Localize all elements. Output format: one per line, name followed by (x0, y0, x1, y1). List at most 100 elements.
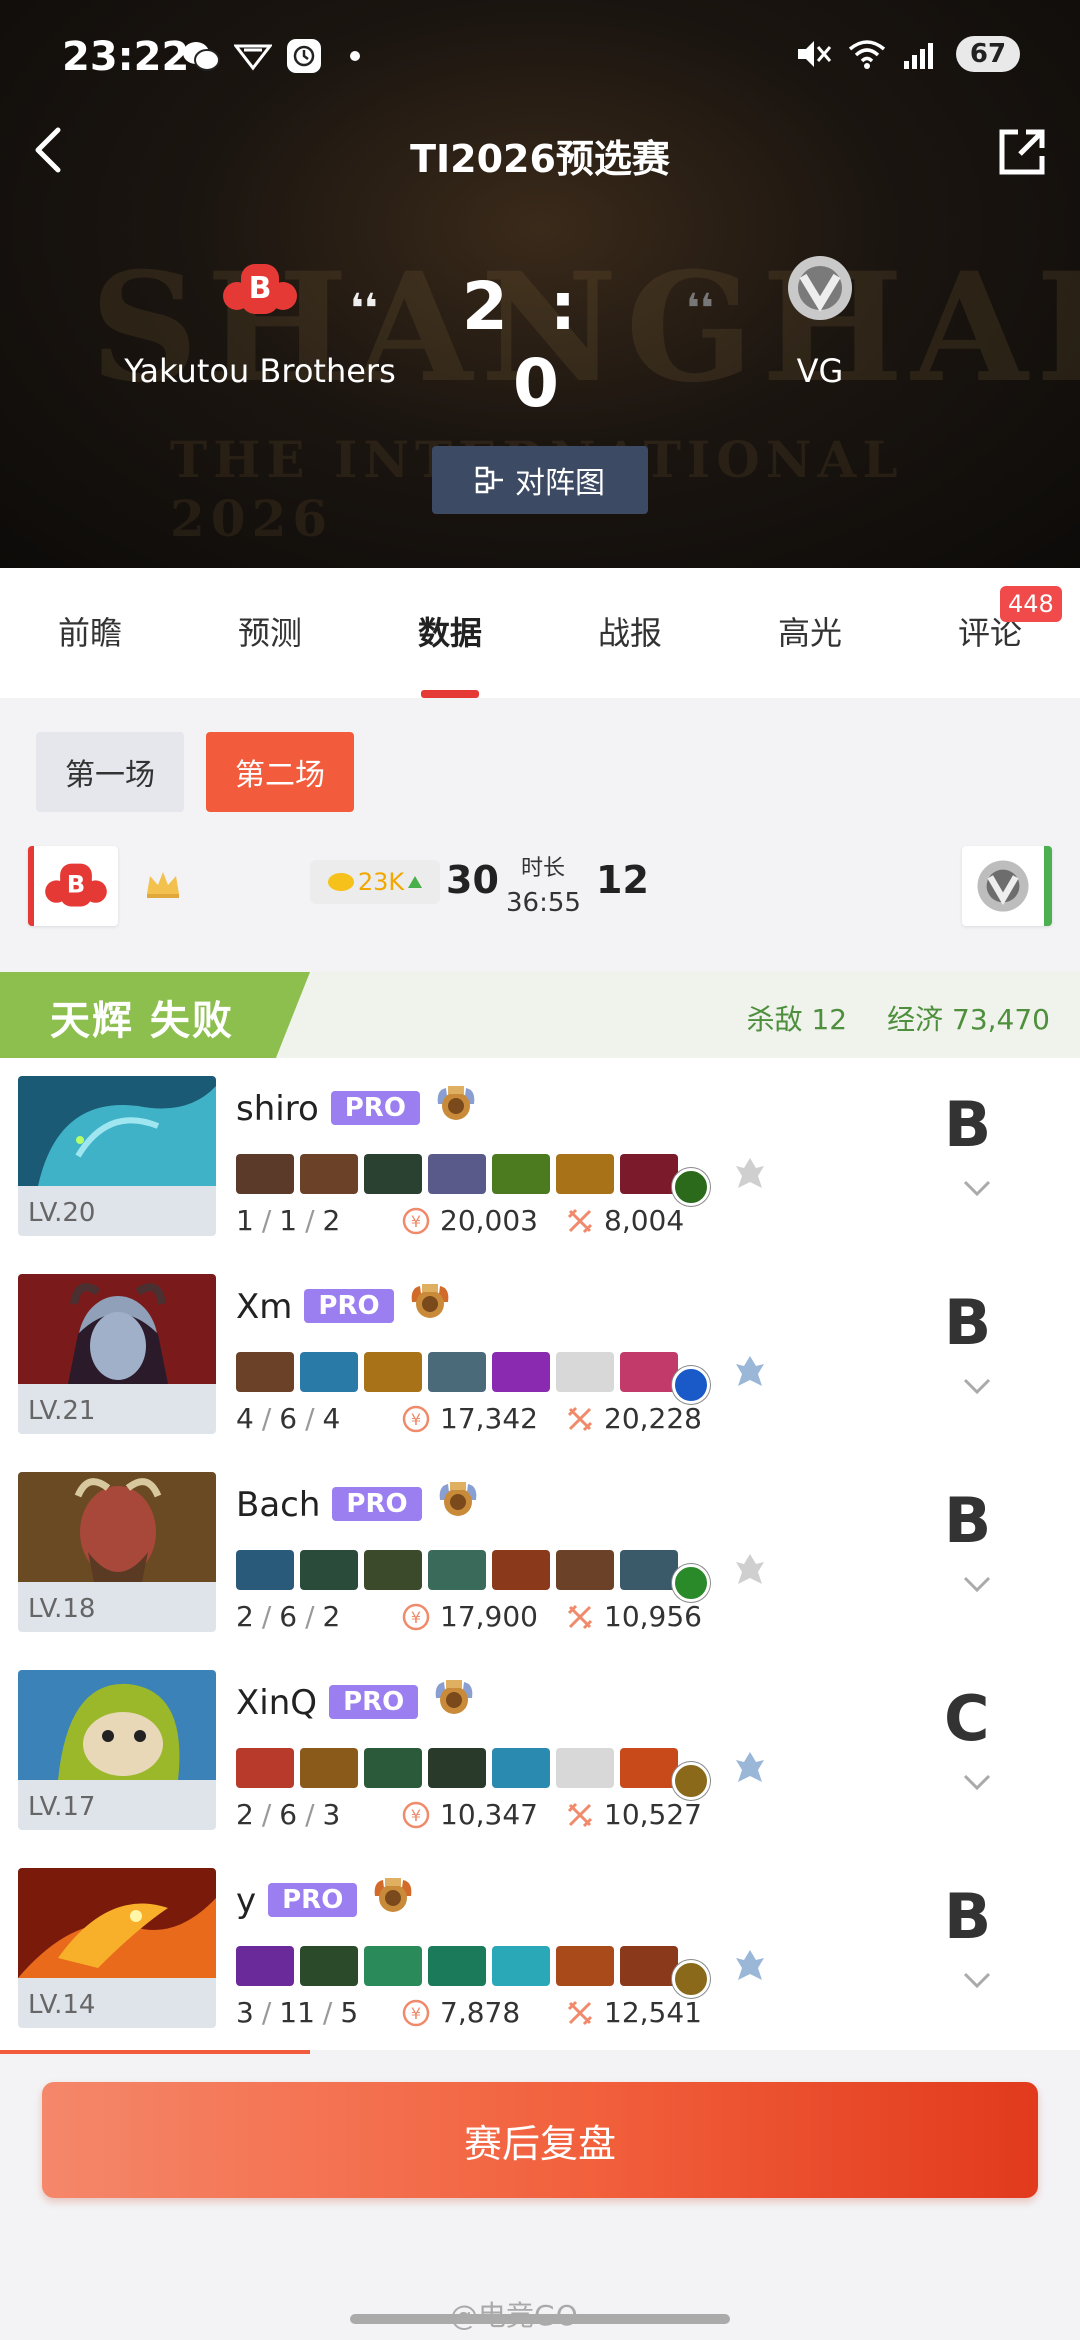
player-row[interactable]: LV.20 shiro PRO 1/1/2 ¥20,003 8,004 B (0, 1058, 1080, 1256)
app-notification-icon (234, 44, 272, 71)
item-slot[interactable] (556, 1154, 614, 1194)
item-slot[interactable] (364, 1748, 422, 1788)
item-slot[interactable] (428, 1946, 486, 1986)
item-slot[interactable] (556, 1946, 614, 1986)
neutral-item[interactable] (672, 1366, 710, 1404)
item-slot[interactable] (236, 1352, 294, 1392)
item-slot[interactable] (236, 1748, 294, 1788)
tab-report[interactable]: 战报 (540, 568, 720, 698)
item-slot[interactable] (300, 1550, 358, 1590)
assists: 4 (322, 1402, 341, 1435)
bracket-button-label: 对阵图 (515, 466, 605, 501)
player-row[interactable]: LV.18 Bach PRO 2/6/2 ¥17,900 10,956 B (0, 1454, 1080, 1652)
chevron-down-icon[interactable] (962, 1574, 992, 1594)
item-slot[interactable] (364, 1946, 422, 1986)
match-header: SHANGHAI THE INTERNATIONAL 2026 23:22 67… (0, 0, 1080, 568)
performance-grade: C (944, 1682, 990, 1755)
item-slot[interactable] (300, 1946, 358, 1986)
share-icon[interactable] (996, 126, 1048, 178)
item-slot[interactable] (556, 1550, 614, 1590)
item-slot[interactable] (620, 1550, 678, 1590)
item-slot[interactable] (492, 1748, 550, 1788)
chevron-down-icon[interactable] (962, 1772, 992, 1792)
player-row[interactable]: LV.14 y PRO 3/11/5 ¥7,878 12,541 B (0, 1850, 1080, 2048)
item-slot[interactable] (300, 1352, 358, 1392)
kills: 1 (236, 1204, 254, 1237)
item-slot[interactable] (364, 1550, 422, 1590)
gold-value: 17,342 (440, 1402, 538, 1435)
game-1-button[interactable]: 第一场 (36, 732, 184, 812)
tab-comments[interactable]: 评论 448 (900, 568, 1080, 698)
item-slot[interactable] (236, 1946, 294, 1986)
hero-damage: 10,956 (566, 1600, 702, 1633)
neutral-item[interactable] (672, 1168, 710, 1206)
player-row[interactable]: LV.21 Xm PRO 4/6/4 ¥17,342 20,228 B (0, 1256, 1080, 1454)
vg-logo (788, 256, 852, 320)
item-slot[interactable] (300, 1748, 358, 1788)
gold-icon: ¥ (402, 1603, 430, 1630)
item-slot[interactable] (428, 1550, 486, 1590)
item-slot[interactable] (492, 1946, 550, 1986)
item-slot[interactable] (236, 1154, 294, 1194)
bracket-button[interactable]: 对阵图 (432, 446, 648, 514)
chevron-down-icon[interactable] (962, 1970, 992, 1990)
game-2-button[interactable]: 第二场 (206, 732, 354, 812)
team-right-name: VG (796, 352, 844, 390)
item-slots (236, 1142, 768, 1206)
rank-medal-icon (435, 1680, 473, 1714)
deaths: 6 (279, 1798, 298, 1831)
item-slot[interactable] (428, 1748, 486, 1788)
item-slot[interactable] (620, 1946, 678, 1986)
item-slot[interactable] (492, 1352, 550, 1392)
player-name-line: Xm PRO (236, 1282, 452, 1327)
aghanims-icon[interactable] (732, 1748, 768, 1788)
neutral-item[interactable] (672, 1960, 710, 1998)
tab-data[interactable]: 数据 (360, 568, 540, 698)
player-name: XinQ (236, 1683, 318, 1723)
hero-level: LV.17 (28, 1792, 96, 1822)
aghanims-icon[interactable] (732, 1946, 768, 1986)
kda: 1/1/2 (236, 1204, 340, 1237)
tab-highlights[interactable]: 高光 (720, 568, 900, 698)
gold-value: 7,878 (440, 1996, 521, 2029)
item-slot[interactable] (620, 1748, 678, 1788)
item-slot[interactable] (492, 1550, 550, 1590)
item-slot[interactable] (428, 1154, 486, 1194)
pro-badge: PRO (330, 1091, 420, 1125)
score-decoration-right: ❛❛ (686, 286, 714, 332)
game-selector: 第一场 第二场 (36, 732, 354, 812)
aghanims-icon[interactable] (732, 1352, 768, 1392)
item-slot[interactable] (364, 1154, 422, 1194)
item-slot[interactable] (492, 1154, 550, 1194)
kills-left: 30 (446, 858, 499, 902)
neutral-item[interactable] (672, 1564, 710, 1602)
chevron-down-icon[interactable] (962, 1376, 992, 1396)
chevron-down-icon[interactable] (962, 1178, 992, 1198)
aghanims-icon[interactable] (732, 1154, 768, 1194)
bracket-icon (475, 466, 503, 494)
aghanims-icon[interactable] (732, 1550, 768, 1590)
damage-value: 12,541 (604, 1996, 702, 2029)
kda-separator: / (305, 1204, 315, 1237)
assists: 5 (340, 1996, 359, 2029)
tab-preview[interactable]: 前瞻 (0, 568, 180, 698)
tab-prediction[interactable]: 预测 (180, 568, 360, 698)
team-right[interactable]: VG (720, 250, 920, 390)
item-slot[interactable] (300, 1154, 358, 1194)
item-slot[interactable] (236, 1550, 294, 1590)
kda: 4/6/4 (236, 1402, 340, 1435)
home-indicator[interactable] (350, 2314, 730, 2324)
neutral-item[interactable] (672, 1762, 710, 1800)
player-name: shiro (236, 1089, 319, 1129)
player-row[interactable]: LV.17 XinQ PRO 2/6/3 ¥10,347 10,527 C (0, 1652, 1080, 1850)
gold-lead-value: 23K (357, 868, 405, 896)
player-name: y (236, 1881, 257, 1921)
item-slot[interactable] (364, 1352, 422, 1392)
post-game-review-button[interactable]: 赛后复盘 (42, 2082, 1038, 2198)
net-worth: ¥20,003 (402, 1204, 538, 1237)
svg-text:¥: ¥ (411, 2004, 421, 2023)
player-name-line: y PRO (236, 1876, 415, 1921)
item-slot[interactable] (620, 1154, 678, 1194)
item-slot[interactable] (620, 1352, 678, 1392)
item-slot[interactable] (428, 1352, 486, 1392)
